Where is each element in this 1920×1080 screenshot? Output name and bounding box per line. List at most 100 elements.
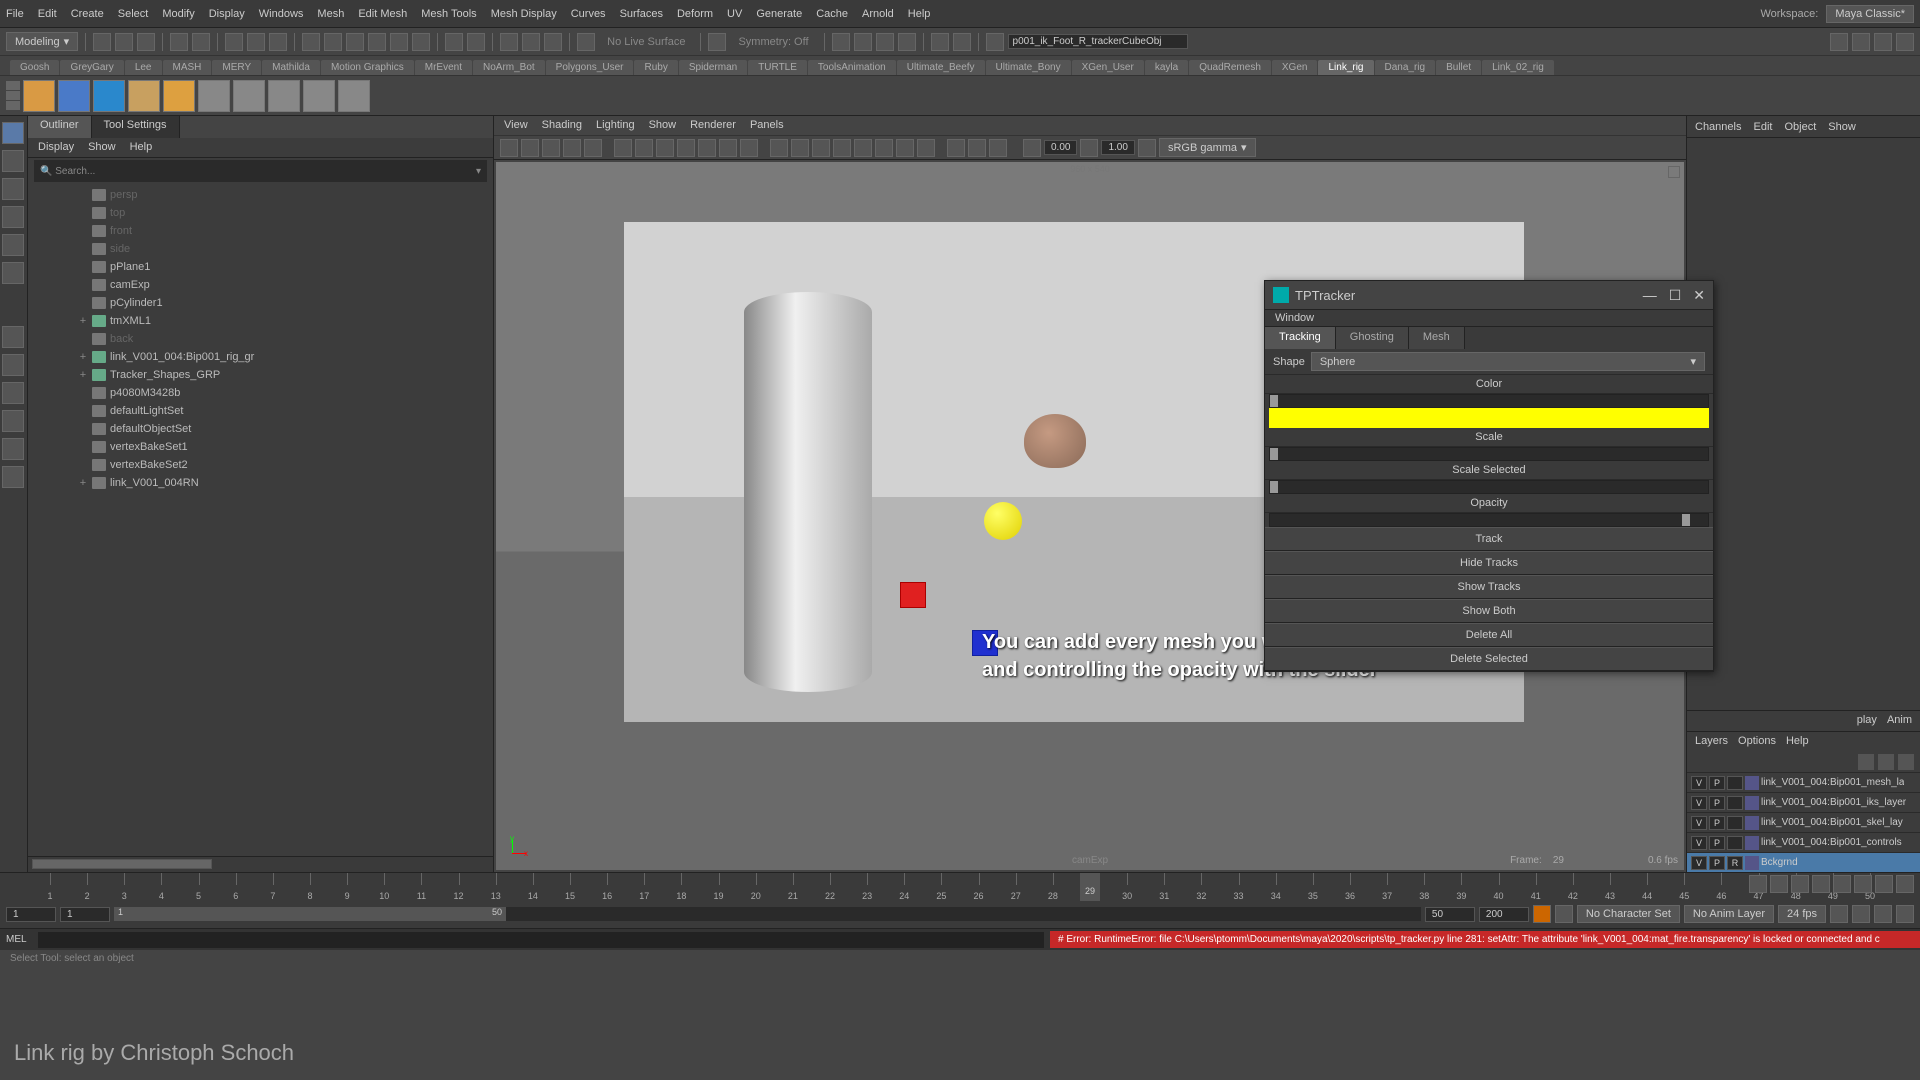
shelf-switch-icon[interactable] bbox=[6, 81, 20, 110]
shelf-tab-mery[interactable]: MERY bbox=[212, 60, 261, 75]
outliner-menu-help[interactable]: Help bbox=[130, 141, 153, 154]
layer-visible-toggle[interactable]: V bbox=[1691, 776, 1707, 790]
layer-color-swatch[interactable] bbox=[1745, 836, 1759, 850]
layer-visible-toggle[interactable]: V bbox=[1691, 796, 1707, 810]
expand-icon[interactable]: + bbox=[78, 315, 88, 327]
shelf-tab-xgen_user[interactable]: XGen_User bbox=[1072, 60, 1144, 75]
layer-ref-toggle[interactable] bbox=[1727, 796, 1743, 810]
outliner-item[interactable]: top bbox=[28, 204, 493, 222]
scale-selected-slider[interactable] bbox=[1269, 480, 1709, 494]
layer-playback-toggle[interactable]: P bbox=[1709, 816, 1725, 830]
vp-use-lights-icon[interactable] bbox=[833, 139, 851, 157]
tptracker-window[interactable]: TPTracker — ☐ ✕ Window Tracking Ghosting… bbox=[1264, 280, 1714, 672]
scale-tool-icon[interactable] bbox=[2, 234, 24, 256]
menu-curves[interactable]: Curves bbox=[571, 8, 606, 20]
cache-play-icon[interactable] bbox=[931, 33, 949, 51]
vp-grease-icon[interactable] bbox=[584, 139, 602, 157]
outliner-tree[interactable]: persptopfrontsidepPlane1camExppCylinder1… bbox=[28, 184, 493, 856]
opacity-slider[interactable] bbox=[1269, 513, 1709, 527]
outliner-item[interactable]: +Tracker_Shapes_GRP bbox=[28, 366, 493, 384]
autokey-icon[interactable] bbox=[1533, 905, 1551, 923]
snap-grid-icon[interactable] bbox=[302, 33, 320, 51]
shape-dropdown[interactable]: Sphere▾ bbox=[1311, 352, 1705, 371]
vp-image-plane-icon[interactable] bbox=[542, 139, 560, 157]
select-mode-icon[interactable] bbox=[225, 33, 243, 51]
outliner-item[interactable]: +tmXML1 bbox=[28, 312, 493, 330]
expand-icon[interactable]: + bbox=[78, 477, 88, 489]
menu-uv[interactable]: UV bbox=[727, 8, 742, 20]
menu-edit[interactable]: Edit bbox=[38, 8, 57, 20]
vp-colormgmt-icon[interactable] bbox=[1138, 139, 1156, 157]
time-ticks[interactable]: 1234567891011121314151617181920212223242… bbox=[50, 873, 1870, 901]
sidebar-toggle-4-icon[interactable] bbox=[1896, 33, 1914, 51]
fps-dropdown[interactable]: 24 fps bbox=[1778, 905, 1826, 923]
outliner-menu-display[interactable]: Display bbox=[38, 141, 74, 154]
outliner-item[interactable]: vertexBakeSet1 bbox=[28, 438, 493, 456]
menu-surfaces[interactable]: Surfaces bbox=[620, 8, 663, 20]
menu-cache[interactable]: Cache bbox=[816, 8, 848, 20]
select-tool-icon[interactable] bbox=[2, 122, 24, 144]
maximize-icon[interactable]: ☐ bbox=[1669, 287, 1682, 304]
layer-playback-toggle[interactable]: P bbox=[1709, 796, 1725, 810]
move-tool-icon[interactable] bbox=[2, 178, 24, 200]
vp-shadows-icon[interactable] bbox=[854, 139, 872, 157]
vp-exposure-value[interactable]: 0.00 bbox=[1044, 140, 1077, 155]
layer-ref-toggle[interactable] bbox=[1727, 836, 1743, 850]
layer-playback-toggle[interactable]: P bbox=[1709, 856, 1725, 870]
menu-display[interactable]: Display bbox=[209, 8, 245, 20]
layer-ref-toggle[interactable] bbox=[1727, 776, 1743, 790]
range-end-outer[interactable] bbox=[1479, 907, 1529, 922]
search-dropdown-icon[interactable]: ▾ bbox=[476, 166, 481, 177]
script-lang-label[interactable]: MEL bbox=[0, 934, 38, 945]
vp-menu-view[interactable]: View bbox=[504, 119, 528, 132]
vp-smooth-icon[interactable] bbox=[791, 139, 809, 157]
toolbar-icon-a[interactable] bbox=[832, 33, 850, 51]
anim-layer-dropdown[interactable]: No Anim Layer bbox=[1684, 905, 1774, 923]
menu-create[interactable]: Create bbox=[71, 8, 104, 20]
menu-arnold[interactable]: Arnold bbox=[862, 8, 894, 20]
layout-four-icon[interactable] bbox=[2, 354, 24, 376]
shelf-tab-kayla[interactable]: kayla bbox=[1145, 60, 1188, 75]
vp-2d-pan-icon[interactable] bbox=[563, 139, 581, 157]
channel-tab-edit[interactable]: Edit bbox=[1753, 121, 1772, 133]
shelf-tab-link_rig[interactable]: Link_rig bbox=[1318, 60, 1373, 75]
workspace-selector[interactable]: Workspace: Maya Classic* bbox=[1760, 5, 1914, 23]
minimize-icon[interactable]: — bbox=[1643, 287, 1657, 304]
open-scene-icon[interactable] bbox=[115, 33, 133, 51]
last-tool-icon[interactable] bbox=[2, 262, 24, 284]
layout-persp-icon[interactable] bbox=[2, 410, 24, 432]
vp-xray-icon[interactable] bbox=[968, 139, 986, 157]
delete-all-button[interactable]: Delete All bbox=[1265, 623, 1713, 647]
color-swatch[interactable] bbox=[1269, 408, 1709, 428]
show-tracks-button[interactable]: Show Tracks bbox=[1265, 575, 1713, 599]
play-fwd-icon[interactable] bbox=[1833, 875, 1851, 893]
shelf-icon-animp[interactable] bbox=[23, 80, 55, 112]
layer-menu-options[interactable]: Options bbox=[1738, 735, 1776, 749]
tab-tracking[interactable]: Tracking bbox=[1265, 327, 1336, 349]
vp-colormgmt-dropdown[interactable]: sRGB gamma ▾ bbox=[1159, 138, 1256, 157]
shelf-icon-cti[interactable] bbox=[233, 80, 265, 112]
time-slider[interactable]: 1234567891011121314151617181920212223242… bbox=[0, 873, 1920, 901]
hide-tracks-button[interactable]: Hide Tracks bbox=[1265, 551, 1713, 575]
menu-help[interactable]: Help bbox=[908, 8, 931, 20]
menu-modify[interactable]: Modify bbox=[162, 8, 194, 20]
step-back-icon[interactable] bbox=[1791, 875, 1809, 893]
outliner-item[interactable]: back bbox=[28, 330, 493, 348]
shelf-tab-dana_rig[interactable]: Dana_rig bbox=[1375, 60, 1436, 75]
tab-tool-settings[interactable]: Tool Settings bbox=[92, 116, 180, 138]
layer-ref-toggle[interactable] bbox=[1727, 816, 1743, 830]
shelf-tab-link_02_rig[interactable]: Link_02_rig bbox=[1482, 60, 1554, 75]
history-icon[interactable] bbox=[445, 33, 463, 51]
vp-gate-mask-icon[interactable] bbox=[677, 139, 695, 157]
outliner-item[interactable]: p4080M3428b bbox=[28, 384, 493, 402]
layer-row[interactable]: VPlink_V001_004:Bip001_iks_layer bbox=[1687, 792, 1920, 812]
scale-slider[interactable] bbox=[1269, 447, 1709, 461]
volume-icon[interactable] bbox=[1874, 905, 1892, 923]
layer-menu-help[interactable]: Help bbox=[1786, 735, 1809, 749]
isolate-icon[interactable] bbox=[986, 33, 1004, 51]
shelf-icon-all[interactable] bbox=[128, 80, 160, 112]
shelf-tab-xgen[interactable]: XGen bbox=[1272, 60, 1318, 75]
ipr-icon[interactable] bbox=[522, 33, 540, 51]
shelf-tab-turtle[interactable]: TURTLE bbox=[748, 60, 807, 75]
scrollbar-thumb[interactable] bbox=[32, 859, 212, 869]
